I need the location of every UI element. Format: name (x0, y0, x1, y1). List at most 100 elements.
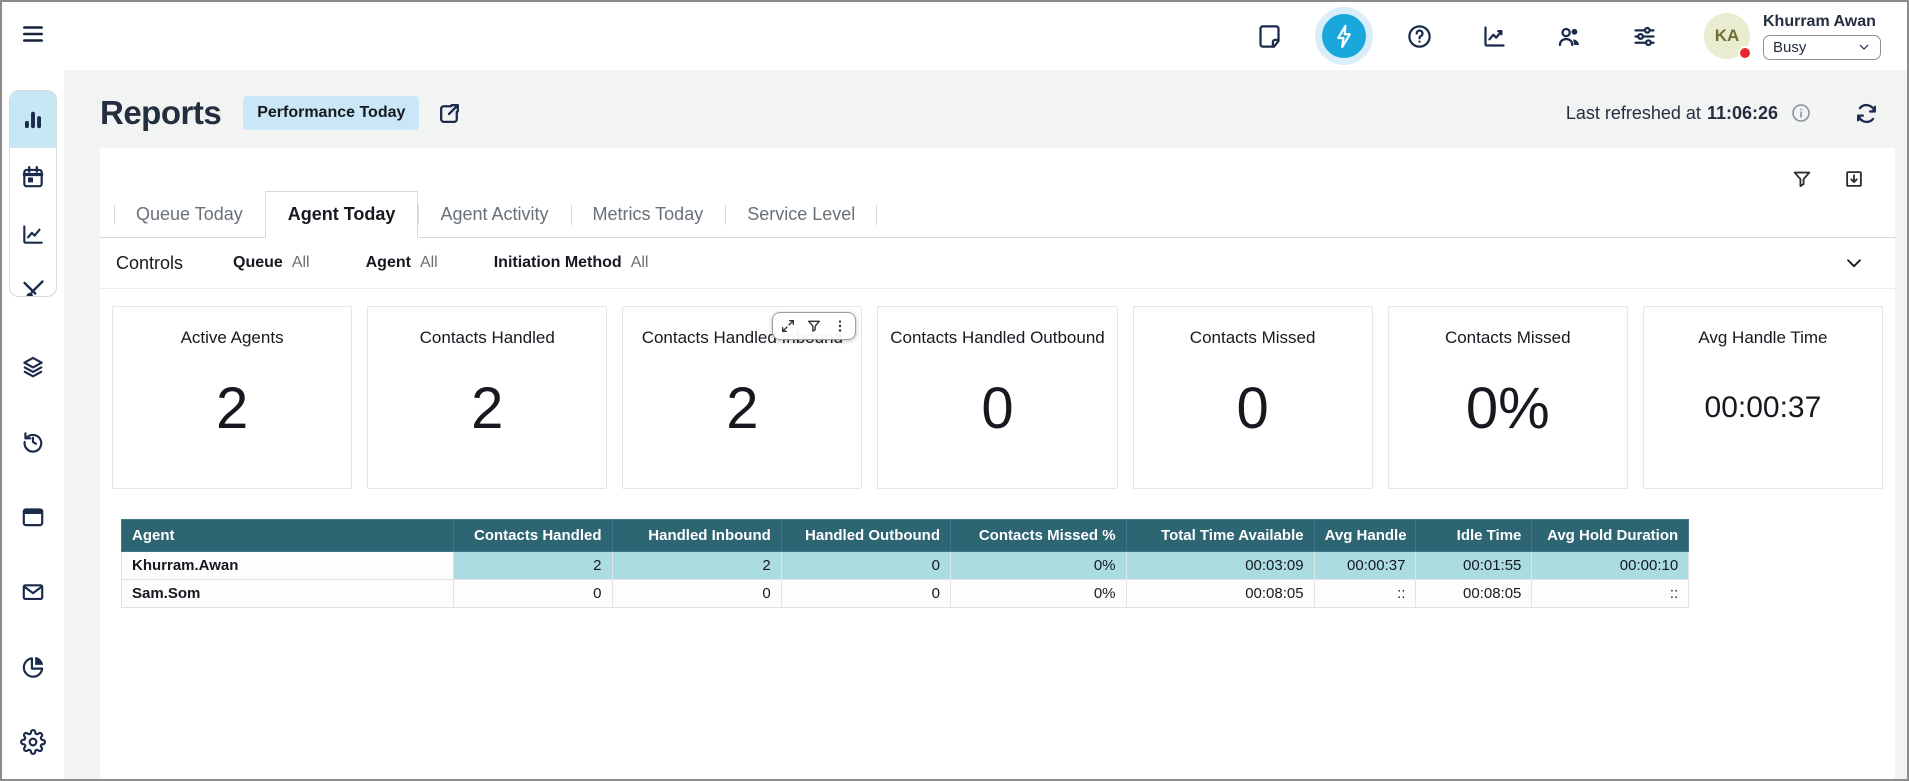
sidebar-item-calendar[interactable] (10, 148, 56, 205)
panel-toolbar (100, 148, 1895, 190)
sidebar-item-gear[interactable] (20, 704, 46, 779)
metric-cell: 0 (454, 580, 612, 608)
content-area: Reports Performance Today Last refreshed… (64, 70, 1907, 779)
sidebar-item-layers[interactable] (20, 329, 46, 404)
download-icon[interactable] (1843, 168, 1865, 190)
card-hover-toolbar (772, 312, 856, 340)
open-external-icon[interactable] (437, 101, 462, 126)
last-refreshed-time: 11:06:26 (1707, 103, 1778, 124)
funnel-icon[interactable] (806, 318, 822, 334)
page-header: Reports Performance Today Last refreshed… (100, 86, 1895, 140)
tab-metrics-today[interactable]: Metrics Today (571, 195, 726, 237)
report-tabs: Queue TodayAgent TodayAgent ActivityMetr… (100, 194, 1895, 238)
filter-name: Initiation Method (494, 254, 622, 272)
agent-table: AgentContacts HandledHandled InboundHand… (121, 519, 1689, 608)
sidebar-item-mail[interactable] (20, 554, 46, 629)
chevron-down-icon (1857, 40, 1871, 54)
sidebar-item-pie-chart[interactable] (20, 629, 46, 704)
filter-value: All (420, 254, 438, 272)
user-block: Khurram Awan Busy (1763, 13, 1881, 60)
menu-hamburger-icon[interactable] (20, 21, 50, 51)
column-header-handled-outbound[interactable]: Handled Outbound (781, 520, 950, 552)
metrics-icon[interactable] (1472, 14, 1516, 58)
sliders-icon[interactable] (1622, 14, 1666, 58)
metric-card[interactable]: Contacts Handled 2 (367, 306, 607, 489)
metric-cell: 0 (781, 552, 950, 580)
expand-icon[interactable] (780, 318, 796, 334)
kebab-icon[interactable] (832, 318, 848, 334)
top-bar: KA Khurram Awan Busy (2, 2, 1907, 70)
history-icon (20, 429, 46, 455)
table-row[interactable]: Sam.Som0000%00:08:05::00:08:05:: (122, 580, 1689, 608)
lightning-icon[interactable] (1322, 14, 1366, 58)
metric-card[interactable]: Contacts Missed 0 (1133, 306, 1373, 489)
last-refreshed: Last refreshed at 11:06:26 (1566, 101, 1879, 126)
refresh-icon[interactable] (1854, 101, 1879, 126)
metric-cell: 2 (612, 552, 781, 580)
metric-card[interactable]: Contacts Handled Outbound 0 (877, 306, 1117, 489)
metric-cell: 00:01:55 (1416, 552, 1532, 580)
column-header-handled-inbound[interactable]: Handled Inbound (612, 520, 781, 552)
user-name: Khurram Awan (1763, 13, 1881, 31)
metric-cell: :: (1314, 580, 1416, 608)
metric-card[interactable]: Contacts Handled Inbound 2 (622, 306, 862, 489)
table-row[interactable]: Khurram.Awan2200%00:03:0900:00:3700:01:5… (122, 552, 1689, 580)
brush-icon (20, 278, 46, 298)
filter-value: All (292, 254, 310, 272)
filter-value: All (631, 254, 649, 272)
column-header-idle-time[interactable]: Idle Time (1416, 520, 1532, 552)
agent-name-cell: Khurram.Awan (122, 552, 454, 580)
sidebar (2, 70, 64, 779)
sidebar-item-history[interactable] (20, 404, 46, 479)
tab-queue-today[interactable]: Queue Today (114, 195, 265, 237)
people-icon[interactable] (1547, 14, 1591, 58)
window-icon (20, 504, 46, 530)
metric-card[interactable]: Contacts Missed 0% (1388, 306, 1628, 489)
column-header-agent[interactable]: Agent (122, 520, 454, 552)
sidebar-item-brush[interactable] (10, 262, 56, 297)
help-icon[interactable] (1397, 14, 1441, 58)
column-header-total-time-available[interactable]: Total Time Available (1126, 520, 1314, 552)
metric-cell: 00:00:10 (1532, 552, 1689, 580)
status-select[interactable]: Busy (1763, 35, 1881, 60)
tab-agent-activity[interactable]: Agent Activity (418, 195, 570, 237)
report-panel: Queue TodayAgent TodayAgent ActivityMetr… (100, 148, 1895, 779)
column-header-avg-hold-duration[interactable]: Avg Hold Duration (1532, 520, 1689, 552)
funnel-icon[interactable] (1791, 168, 1813, 190)
metric-card[interactable]: Active Agents 2 (112, 306, 352, 489)
column-header-contacts-missed-[interactable]: Contacts Missed % (951, 520, 1127, 552)
controls-collapse-chevron-icon[interactable] (1843, 252, 1865, 274)
agent-name-cell: Sam.Som (122, 580, 454, 608)
filter-initiation-method[interactable]: Initiation Method All (494, 254, 649, 272)
tab-service-level[interactable]: Service Level (725, 195, 877, 237)
sidebar-item-line-chart[interactable] (10, 205, 56, 262)
metric-cell: 00:00:37 (1314, 552, 1416, 580)
sidebar-reports-group (9, 90, 57, 297)
metric-cell: :: (1532, 580, 1689, 608)
metric-card-title: Contacts Missed (1190, 328, 1316, 348)
bar-chart-icon (20, 107, 46, 133)
info-icon[interactable] (1790, 102, 1812, 124)
metric-cell: 0 (781, 580, 950, 608)
filter-name: Agent (366, 254, 411, 272)
calendar-icon (20, 164, 46, 190)
metric-card-title: Contacts Missed (1445, 328, 1571, 348)
metric-card-title: Active Agents (181, 328, 284, 348)
avatar[interactable]: KA (1704, 13, 1750, 59)
metric-card-value: 2 (471, 348, 503, 488)
page-title: Reports (100, 94, 221, 132)
metric-card[interactable]: Avg Handle Time 00:00:37 (1643, 306, 1883, 489)
column-header-avg-handle[interactable]: Avg Handle (1314, 520, 1416, 552)
report-badge[interactable]: Performance Today (243, 96, 419, 130)
metric-card-value: 0 (981, 348, 1013, 488)
sidebar-item-bar-chart[interactable] (10, 91, 56, 148)
filter-agent[interactable]: Agent All (366, 254, 438, 272)
tab-agent-today[interactable]: Agent Today (265, 191, 419, 238)
note-icon[interactable] (1247, 14, 1291, 58)
filter-queue[interactable]: Queue All (233, 254, 310, 272)
metric-cell: 00:08:05 (1126, 580, 1314, 608)
sidebar-item-window[interactable] (20, 479, 46, 554)
agent-table-wrap: AgentContacts HandledHandled InboundHand… (100, 489, 1895, 608)
filter-name: Queue (233, 254, 283, 272)
column-header-contacts-handled[interactable]: Contacts Handled (454, 520, 612, 552)
